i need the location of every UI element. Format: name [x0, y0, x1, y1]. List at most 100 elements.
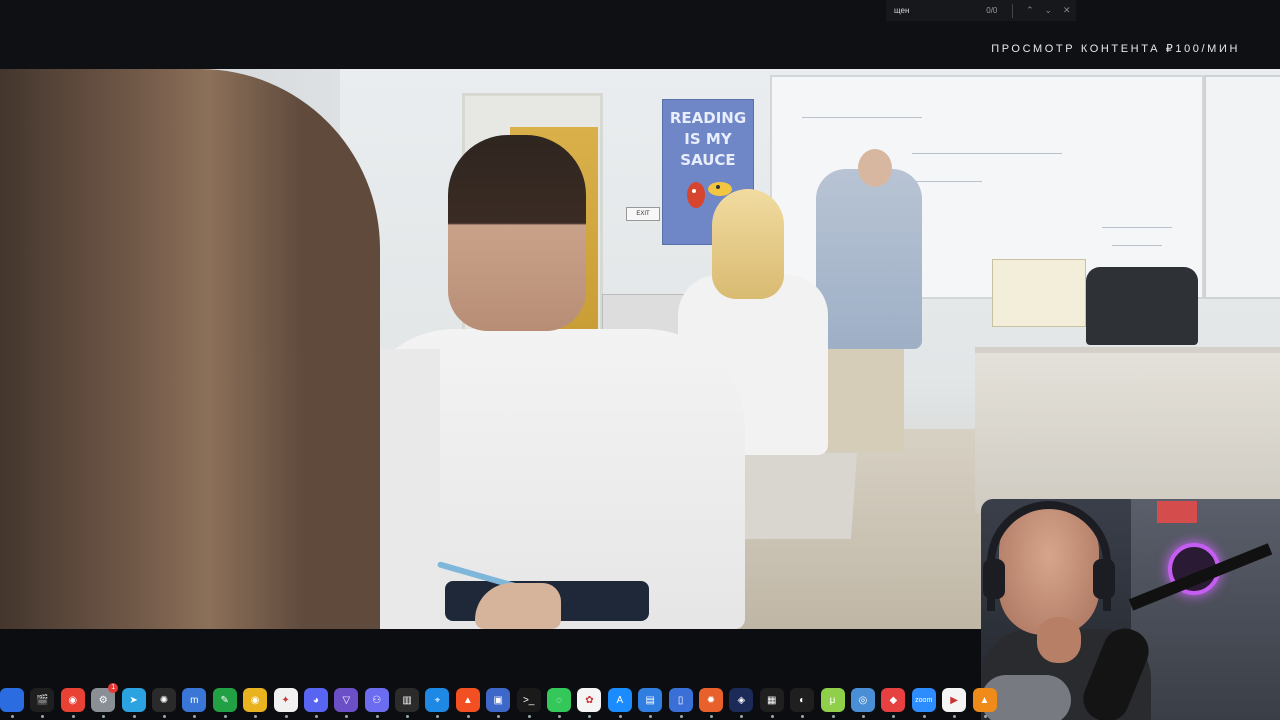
safari-glyph: ⌖ [434, 694, 441, 706]
app-store-icon[interactable]: A [607, 688, 632, 718]
running-indicator [102, 715, 106, 718]
running-indicator [71, 715, 75, 718]
running-indicator [892, 715, 896, 718]
proton-vpn-icon[interactable]: ▽ [334, 688, 359, 718]
clapper-icon[interactable]: ▦ [759, 688, 784, 718]
pipe-app-glyph: ⚇ [372, 694, 382, 706]
running-indicator [527, 715, 531, 718]
piano-icon[interactable]: ▥ [395, 688, 420, 718]
evernote-icon[interactable]: ✎ [212, 688, 237, 718]
telegram-icon[interactable]: ➤ [121, 688, 146, 718]
network-icon[interactable]: ◎ [850, 688, 875, 718]
pipe-app-icon[interactable]: ⚇ [364, 688, 389, 718]
figma-burst-icon[interactable]: ✹ [698, 688, 723, 718]
photos-glyph: ✿ [585, 694, 594, 706]
screen-recorder-glyph: ◐ [799, 694, 806, 706]
running-indicator [679, 715, 683, 718]
youtube-icon[interactable]: ▶ [942, 688, 967, 718]
divider [1011, 3, 1013, 18]
messages-icon[interactable]: ◌ [547, 688, 572, 718]
terminal-icon[interactable]: >_ [516, 688, 541, 718]
finder-folder-glyph: ▤ [645, 694, 655, 706]
running-indicator [588, 715, 592, 718]
exit-sign: EXIT [626, 207, 660, 221]
photos-icon[interactable]: ✿ [577, 688, 602, 718]
figma-burst-glyph: ✹ [706, 694, 716, 706]
streamer-hand [1037, 617, 1081, 663]
chrome-canary-icon[interactable]: ◉ [243, 688, 268, 718]
headphones-icon [1093, 559, 1115, 599]
running-indicator [132, 715, 136, 718]
headphones-icon [983, 559, 1005, 599]
screen-recorder-icon[interactable]: ◐ [790, 688, 815, 718]
desk-folder [992, 259, 1086, 327]
running-indicator [770, 715, 774, 718]
running-indicator [375, 715, 379, 718]
chrome-icon[interactable]: ◉ [60, 688, 85, 718]
sketch-icon[interactable]: ◆ [881, 688, 906, 718]
piano-glyph: ▥ [402, 694, 412, 706]
running-indicator [314, 715, 318, 718]
poster-line: READING [669, 109, 747, 127]
terminal-glyph: >_ [522, 694, 535, 706]
student-desk [732, 453, 858, 539]
zoom-icon[interactable]: zoom [911, 688, 936, 718]
poster-line: IS MY [684, 130, 732, 148]
vpn-shield-icon[interactable]: ◈ [729, 688, 754, 718]
running-indicator [223, 715, 227, 718]
running-indicator [41, 715, 45, 718]
app-store-glyph: A [616, 694, 624, 706]
poster-line: SAUCE [680, 151, 736, 169]
running-indicator [801, 715, 805, 718]
meld-glyph: m [190, 694, 199, 706]
youtube-glyph: ▶ [950, 694, 958, 706]
running-indicator [345, 715, 349, 718]
finder-folder-icon[interactable]: ▤ [638, 688, 663, 718]
claquette-glyph: 🎬 [36, 694, 49, 706]
student-figure [0, 69, 380, 629]
system-settings-glyph: ⚙ [98, 694, 108, 706]
webcam-background [1131, 499, 1280, 720]
simulator-icon[interactable]: ▯ [668, 688, 693, 718]
teacher-figure [858, 149, 892, 187]
running-indicator [709, 715, 713, 718]
proton-vpn-glyph: ▽ [342, 694, 351, 706]
claquette-icon[interactable]: 🎬 [30, 688, 55, 718]
running-indicator [162, 715, 166, 718]
next-match-icon[interactable]: ⌄ [1039, 5, 1057, 16]
running-indicator [740, 715, 744, 718]
find-count: 0/0 [986, 6, 998, 15]
top-bar [0, 0, 1280, 69]
clapper-glyph: ▦ [767, 694, 777, 706]
app-icon[interactable] [0, 688, 24, 718]
chatgpt-icon[interactable]: ✺ [151, 688, 176, 718]
brave-icon[interactable]: ▲ [455, 688, 480, 718]
torrent-icon[interactable]: μ [820, 688, 845, 718]
student-figure [448, 135, 586, 331]
chrome-canary-glyph: ◉ [250, 694, 260, 706]
running-indicator [922, 715, 926, 718]
klack-icon[interactable]: ▣ [486, 688, 511, 718]
close-icon[interactable]: ✕ [1058, 5, 1076, 16]
safari-icon[interactable]: ⌖ [425, 688, 450, 718]
discord-icon[interactable]: ◕ [303, 688, 328, 718]
webcam-overlay [981, 499, 1280, 720]
meld-icon[interactable]: m [182, 688, 207, 718]
wall-picture [1157, 501, 1197, 523]
content-price-label: ПРОСМОТР КОНТЕНТА ₽100/МИН [991, 43, 1240, 55]
running-indicator [831, 715, 835, 718]
teacher-figure [816, 169, 922, 349]
teacher-desk [975, 347, 1280, 513]
previous-match-icon[interactable]: ⌃ [1021, 5, 1039, 16]
running-indicator [406, 715, 410, 718]
pixelmator-icon[interactable]: ✦ [273, 688, 298, 718]
running-indicator [436, 715, 440, 718]
vlc-icon[interactable]: ▲ [972, 688, 997, 718]
running-indicator [649, 715, 653, 718]
sketch-glyph: ◆ [889, 694, 898, 706]
running-indicator [284, 715, 288, 718]
klack-glyph: ▣ [493, 694, 503, 706]
system-settings-icon[interactable]: ⚙ 1 [91, 683, 119, 718]
messages-glyph: ◌ [556, 694, 562, 706]
find-input[interactable]: щен [894, 6, 986, 15]
